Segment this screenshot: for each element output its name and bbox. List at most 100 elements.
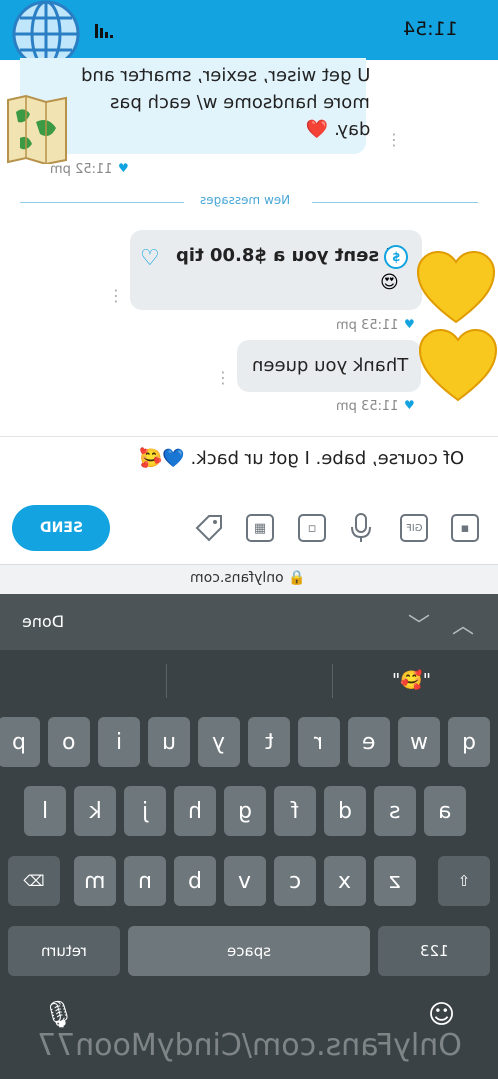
key-s[interactable]: s xyxy=(374,786,416,836)
key-label-k: k xyxy=(88,798,102,824)
done-button[interactable]: Done xyxy=(22,612,64,631)
tip-text: I sent you a $8.00 tip xyxy=(176,242,392,269)
suggestion-item[interactable]: "🥰" xyxy=(392,670,431,691)
backspace-key[interactable]: ⌫ xyxy=(8,856,60,906)
shift-key[interactable]: ⇧ xyxy=(438,856,490,906)
key-r[interactable]: r xyxy=(298,717,340,767)
key-label-b: b xyxy=(188,868,202,894)
thanks-time-text: 11:53 pm xyxy=(336,399,399,414)
numbers-key[interactable]: 123 xyxy=(378,926,490,976)
thanks-text: Thank you queen xyxy=(252,352,408,379)
suggestion-separator-1 xyxy=(166,664,167,698)
key-g[interactable]: g xyxy=(224,786,266,836)
key-q[interactable]: q xyxy=(448,717,490,767)
space-key[interactable]: space xyxy=(128,926,370,976)
key-label-q: q xyxy=(462,729,476,755)
watermark: OnlyFans.com/CindyMoon77 xyxy=(0,1028,498,1063)
done-button-label: Done xyxy=(22,612,65,631)
key-w[interactable]: w xyxy=(398,717,440,767)
key-e[interactable]: e xyxy=(348,717,390,767)
dollar-badge-text: $ xyxy=(391,250,401,264)
tip-more-icon[interactable]: ⋮ xyxy=(108,286,124,305)
new-messages-label: New messages xyxy=(200,193,291,207)
thanks-time: 11:53 pm xyxy=(336,399,399,414)
key-z[interactable]: z xyxy=(374,856,416,906)
key-k[interactable]: k xyxy=(74,786,116,836)
signal-icon xyxy=(95,24,113,38)
incoming-line-3: day. ❤️ xyxy=(305,119,370,140)
key-h[interactable]: h xyxy=(174,786,216,836)
key-label-o: o xyxy=(62,729,76,755)
key-b[interactable]: b xyxy=(174,856,216,906)
key-label-r: r xyxy=(314,729,324,755)
tip-heart-icon[interactable]: ♡ xyxy=(140,246,160,271)
key-t[interactable]: t xyxy=(248,717,290,767)
incoming-time: 11:52 pm xyxy=(50,162,113,177)
key-p[interactable]: p xyxy=(0,717,40,767)
schedule-icon[interactable]: ▦ xyxy=(246,514,274,542)
tip-emoji: 😍 xyxy=(380,272,399,293)
key-label-j: j xyxy=(141,798,149,824)
gif-icon-label: GIF xyxy=(405,522,423,534)
dollar-badge-icon: $ xyxy=(384,245,408,269)
key-label-e: e xyxy=(362,729,376,755)
return-key-label: return xyxy=(41,942,87,960)
yellow-heart-icon xyxy=(416,250,496,324)
tip-time-text: 11:53 pm xyxy=(336,318,399,333)
key-label-z: z xyxy=(389,868,401,894)
url-text-value: onlyfans.com xyxy=(190,570,284,586)
message-input-text: Of course, babe. I got ur back. 💙🥰 xyxy=(140,448,465,469)
key-i[interactable]: i xyxy=(98,717,140,767)
key-f[interactable]: f xyxy=(274,786,316,836)
incoming-line-2: more handsome w/ each pas xyxy=(110,92,370,113)
tip-emoji-value: 😍 xyxy=(380,272,399,293)
key-label-n: n xyxy=(138,868,152,894)
key-c[interactable]: c xyxy=(274,856,316,906)
gif-icon[interactable]: GIF xyxy=(400,514,428,542)
key-label-s: s xyxy=(389,798,401,824)
key-o[interactable]: o xyxy=(48,717,90,767)
chevron-up-icon[interactable]: ︿ xyxy=(452,608,474,640)
key-j[interactable]: j xyxy=(124,786,166,836)
composer-divider xyxy=(0,436,498,437)
mic-icon[interactable] xyxy=(350,513,372,543)
key-label-w: w xyxy=(410,729,428,755)
key-label-p: p xyxy=(12,729,26,755)
key-label-l: l xyxy=(41,798,49,824)
send-button-label: SEND xyxy=(39,520,83,536)
key-m[interactable]: m xyxy=(74,856,116,906)
key-label-d: d xyxy=(338,798,352,824)
incoming-liked-heart-icon[interactable]: ♥ xyxy=(118,161,129,175)
incoming-more-icon[interactable]: ⋮ xyxy=(386,130,402,149)
image-icon[interactable]: ▪ xyxy=(451,514,479,542)
key-label-t: t xyxy=(264,729,274,755)
yellow-heart-icon-2 xyxy=(418,328,498,402)
key-label-h: h xyxy=(188,798,202,824)
chevron-down-icon[interactable]: ﹀ xyxy=(408,608,430,640)
new-messages-divider: New messages xyxy=(200,193,290,207)
key-label-v: v xyxy=(238,868,252,894)
numbers-key-label: 123 xyxy=(419,942,449,960)
key-n[interactable]: n xyxy=(124,856,166,906)
message-input[interactable]: Of course, babe. I got ur back. 💙🥰 xyxy=(140,448,464,469)
key-label-m: m xyxy=(84,868,106,894)
divider-line-left xyxy=(20,202,184,203)
media-vault-icon[interactable]: ▫ xyxy=(298,514,326,542)
key-x[interactable]: x xyxy=(324,856,366,906)
thanks-more-icon[interactable]: ⋮ xyxy=(215,368,231,387)
key-l[interactable]: l xyxy=(24,786,66,836)
price-tag-icon[interactable] xyxy=(194,513,224,543)
key-y[interactable]: y xyxy=(198,717,240,767)
incoming-time-text: 11:52 pm xyxy=(50,162,113,177)
key-a[interactable]: a xyxy=(424,786,466,836)
dictation-mic-icon[interactable]: 🎙 xyxy=(42,1000,75,1030)
thanks-text-value: Thank you queen xyxy=(252,355,409,376)
tip-time: 11:53 pm xyxy=(336,318,399,333)
return-key[interactable]: return xyxy=(8,926,120,976)
key-d[interactable]: d xyxy=(324,786,366,836)
tip-text-value: I sent you a $8.00 tip xyxy=(176,245,393,266)
key-v[interactable]: v xyxy=(224,856,266,906)
emoji-icon[interactable]: ☺ xyxy=(428,1000,455,1030)
send-button[interactable]: SEND xyxy=(12,505,110,551)
key-u[interactable]: u xyxy=(148,717,190,767)
